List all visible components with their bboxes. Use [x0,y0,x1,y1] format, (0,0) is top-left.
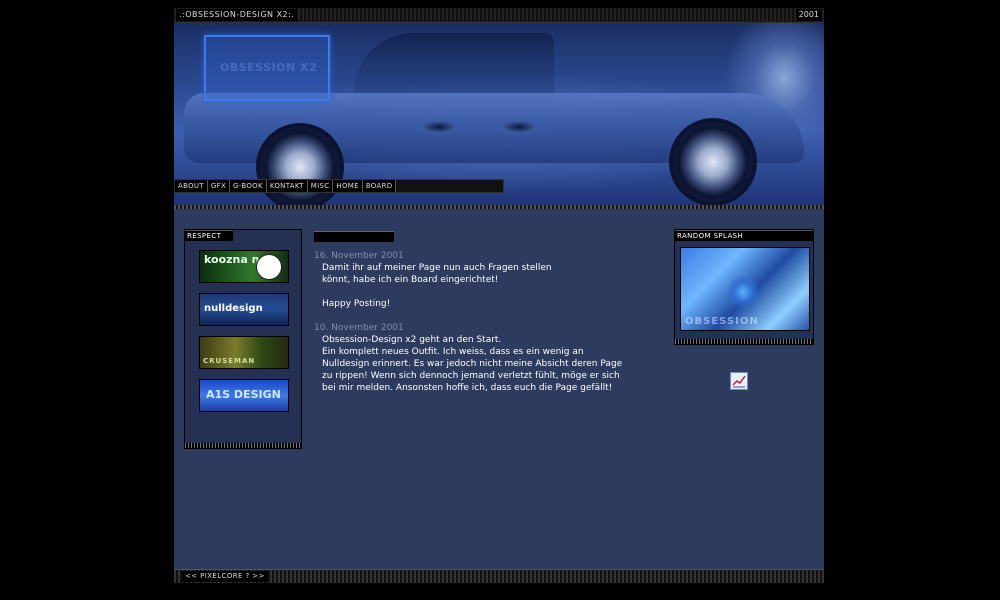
respect-box: RESPECT koozna nr.8 nulldesign CRUSEMAN … [184,229,302,449]
splash-footer [675,339,813,344]
main-content: RESPECT koozna nr.8 nulldesign CRUSEMAN … [174,209,824,569]
banner-cruseman-text: CRUSEMAN [203,357,256,365]
news-date-1: 16. November 2001 [314,251,404,261]
banner-nulldesign-text: nulldesign [204,303,263,314]
main-nav: ABOUT GFX G-BOOK KONTAKT MISC HOME BOARD [174,179,504,193]
eye-graphic-left [419,120,459,134]
news-header-bar [314,231,394,242]
nav-item-misc[interactable]: MISC [307,180,334,192]
stats-chart-icon[interactable] [730,372,748,390]
splash-image[interactable]: OBSESSION [680,247,810,331]
respect-header: RESPECT [185,230,233,241]
site-frame: .:OBSESSION-DESIGN X2:. 2001 OBSESSION X… [174,8,824,583]
splash-title: RANDOM SPLASH [677,232,744,240]
news-text-2: Obsession-Design x2 geht an den Start. E… [322,335,623,393]
banner-link-a1s[interactable]: A1S DESIGN [199,379,289,412]
banner-link-cruseman[interactable]: CRUSEMAN [199,336,289,369]
logo-text: OBSESSION X2 [220,61,318,74]
nav-item-home[interactable]: HOME [333,180,363,192]
footer-bar: << PIXELCORE ? >> [174,569,824,583]
random-splash-box: RANDOM SPLASH OBSESSION [674,229,814,345]
respect-title: RESPECT [187,232,222,240]
banner-a1s-text: A1S DESIGN [206,388,281,401]
news-text-1: Damit ihr auf meiner Page nun auch Frage… [322,263,552,309]
nav-item-gbook[interactable]: G-BOOK [230,180,267,192]
footer-link[interactable]: << PIXELCORE ? >> [182,571,268,582]
nav-item-kontakt[interactable]: KONTAKT [266,180,308,192]
rear-wheel-graphic [669,118,757,205]
header-banner: OBSESSION X2 ABOUT GFX G-BOOK KONTAKT MI… [174,23,824,205]
site-logo[interactable]: OBSESSION X2 [204,35,330,101]
smiley-icon [256,254,282,280]
respect-footer [185,443,301,448]
nav-item-about[interactable]: ABOUT [175,180,208,192]
nav-item-gfx[interactable]: GFX [207,180,231,192]
site-title: .:OBSESSION-DESIGN X2:. [176,9,298,21]
nav-item-board[interactable]: BOARD [362,180,397,192]
splash-header: RANDOM SPLASH [675,230,813,241]
banner-link-koozna[interactable]: koozna nr.8 [199,250,289,283]
year-label: 2001 [795,9,822,21]
top-bar: .:OBSESSION-DESIGN X2:. 2001 [174,8,824,23]
banner-link-nulldesign[interactable]: nulldesign [199,293,289,326]
news-date-2: 10. November 2001 [314,323,404,333]
eye-graphic-right [499,120,539,134]
splash-image-text: OBSESSION [685,316,759,327]
